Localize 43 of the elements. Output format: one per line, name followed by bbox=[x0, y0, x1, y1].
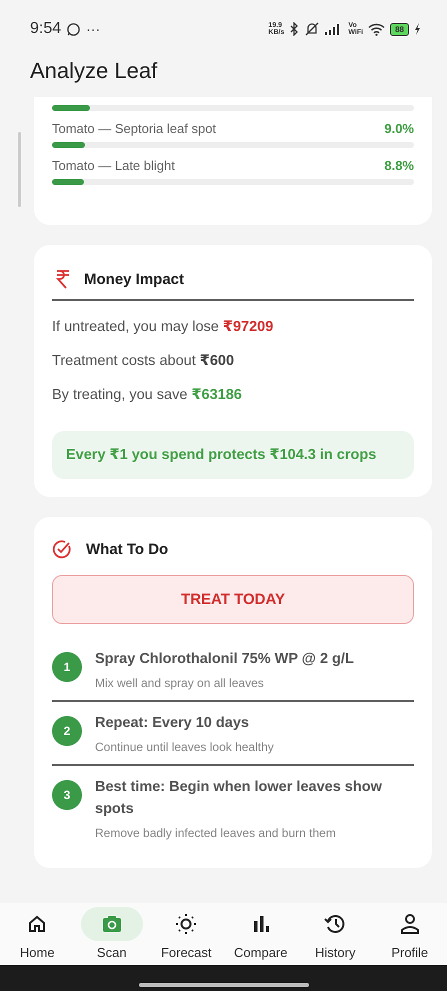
step-number: 2 bbox=[52, 716, 82, 746]
money-line: By treating, you save ₹63186 bbox=[52, 387, 243, 403]
charging-icon bbox=[414, 23, 421, 35]
money-line: Treatment costs about ₹600 bbox=[52, 353, 236, 369]
battery-level: 88 bbox=[390, 22, 409, 36]
check-circle-icon bbox=[52, 539, 72, 559]
bluetooth-icon bbox=[289, 22, 300, 36]
nav-tab[interactable]: History bbox=[300, 907, 370, 965]
nav-tab[interactable]: Home bbox=[2, 907, 72, 965]
step-title: Best time: Begin when lower leaves show spots bbox=[95, 778, 383, 819]
more-notifications: ··· bbox=[86, 21, 100, 37]
step-number: 3 bbox=[52, 780, 82, 810]
step-detail: Continue until leaves look healthy bbox=[95, 740, 274, 754]
home-indicator[interactable] bbox=[138, 983, 308, 987]
sun-icon bbox=[175, 913, 198, 935]
step-detail: Mix well and spray on all leaves bbox=[95, 676, 265, 690]
clock-time: 9:54 bbox=[30, 20, 62, 38]
home-icon bbox=[27, 914, 48, 934]
step-detail: Remove badly infected leaves and burn them bbox=[95, 826, 337, 840]
history-icon bbox=[324, 913, 346, 935]
step-title: Spray Chlorothalonil 75% WP @ 2 g/L bbox=[95, 650, 354, 669]
muted-bell-icon bbox=[304, 22, 320, 36]
step-title: Repeat: Every 10 days bbox=[95, 714, 250, 733]
savings-note: Every ₹1 you spend protects ₹104.3 in crops bbox=[52, 431, 414, 479]
camera-icon bbox=[102, 915, 122, 933]
profile-icon bbox=[400, 913, 420, 935]
disease-name: Tomato — Septoria leaf spot bbox=[52, 121, 216, 136]
money-line: If untreated, you may lose ₹97209 bbox=[52, 319, 274, 335]
nav-tab[interactable]: Compare bbox=[226, 907, 296, 965]
confidence-value: 9.0% bbox=[384, 121, 414, 136]
wifi-icon bbox=[368, 22, 386, 36]
bar-chart-icon bbox=[252, 915, 270, 933]
chat-icon bbox=[66, 22, 82, 36]
nav-tab[interactable]: Forecast bbox=[151, 907, 222, 965]
rupee-icon bbox=[56, 269, 70, 289]
step-number: 1 bbox=[52, 652, 82, 682]
disease-name: Tomato — Late blight bbox=[52, 158, 175, 173]
section-title: What To Do bbox=[86, 540, 168, 558]
nav-tab[interactable]: Profile bbox=[374, 907, 445, 965]
section-title: Money Impact bbox=[84, 270, 184, 288]
confidence-value: 8.8% bbox=[384, 158, 414, 173]
urgency-banner: TREAT TODAY bbox=[52, 575, 414, 624]
screen-title: Analyze Leaf bbox=[30, 58, 158, 84]
